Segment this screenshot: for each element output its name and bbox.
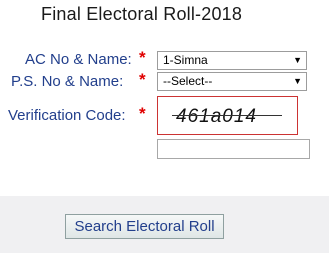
ac-select[interactable]: 1-Simna ▼ (157, 51, 307, 70)
required-marker: * (139, 48, 146, 67)
required-marker: * (139, 70, 146, 89)
required-marker: * (139, 104, 146, 123)
captcha-text: 461a014 (176, 106, 257, 127)
chevron-down-icon: ▼ (293, 55, 302, 65)
page-title: Final Electoral Roll-2018 (41, 4, 243, 24)
ac-select-value: 1-Simna (163, 53, 208, 67)
ps-select-value: --Select-- (163, 74, 213, 88)
verification-label: Verification Code: (8, 107, 126, 124)
ac-label: AC No & Name: (25, 51, 132, 68)
search-electoral-roll-button[interactable]: Search Electoral Roll (65, 214, 224, 239)
form-panel: Final Electoral Roll-2018 AC No & Name: … (0, 0, 329, 196)
ps-label: P.S. No & Name: (11, 73, 124, 90)
captcha-image: 461a014 (157, 96, 298, 135)
captcha-noise-line (172, 115, 282, 116)
chevron-down-icon: ▼ (293, 76, 302, 86)
verification-code-input[interactable] (157, 139, 310, 159)
ps-select[interactable]: --Select-- ▼ (157, 72, 307, 91)
